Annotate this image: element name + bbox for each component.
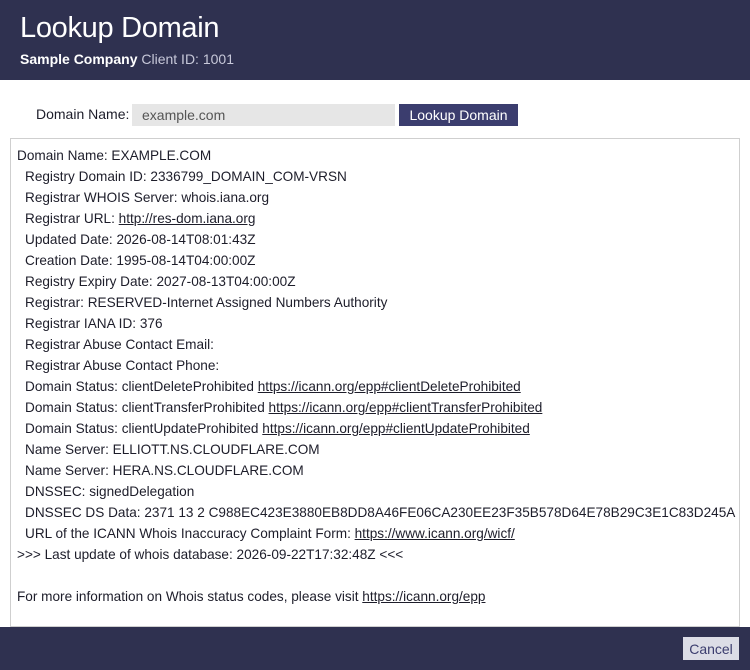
whois-line: Registry Expiry Date: 2027-08-13T04:00:0… [25,274,296,289]
registrar-url-link[interactable]: http://res-dom.iana.org [119,211,256,226]
whois-line: >>> Last update of whois database: 2026-… [17,547,404,562]
whois-line: Creation Date: 1995-08-14T04:00:00Z [25,253,256,268]
whois-line: For more information on Whois status cod… [17,586,739,607]
whois-line: Domain Name: EXAMPLE.COM [17,148,212,163]
epp-info-link[interactable]: https://icann.org/epp [362,589,485,604]
client-id: Client ID: 1001 [141,51,234,67]
whois-line: Name Server: ELLIOTT.NS.CLOUDFLARE.COM [25,442,320,457]
whois-line: DNSSEC DS Data: 2371 13 2 C988EC423E3880… [25,505,736,520]
status-link[interactable]: https://icann.org/epp#clientTransferProh… [269,400,543,415]
whois-line: Registry Domain ID: 2336799_DOMAIN_COM-V… [25,169,347,184]
lookup-domain-button[interactable]: Lookup Domain [399,104,518,126]
whois-line: Domain Status: clientTransferProhibited … [17,397,739,418]
cancel-button[interactable]: Cancel [683,637,739,660]
whois-line: Registrar URL: http://res-dom.iana.org [17,208,739,229]
whois-line: Registrar: RESERVED-Internet Assigned Nu… [25,295,388,310]
domain-name-label: Domain Name: [36,106,130,122]
whois-label: Domain Status: clientUpdateProhibited [25,421,263,436]
modal-header: Lookup Domain Sample Company Client ID: … [0,0,750,80]
client-info: Sample Company Client ID: 1001 [20,51,234,67]
whois-line: Registrar Abuse Contact Email: [25,337,214,352]
complaint-form-link[interactable]: https://www.icann.org/wicf/ [355,526,515,541]
modal-footer: Cancel [0,627,750,670]
whois-line: URL of the ICANN Whois Inaccuracy Compla… [17,523,739,544]
lookup-form: Domain Name: Lookup Domain [0,103,750,127]
modal-title: Lookup Domain [20,12,220,44]
whois-line: Registrar WHOIS Server: whois.iana.org [25,190,270,205]
whois-line: Domain Status: clientDeleteProhibited ht… [17,376,739,397]
whois-line: DNSSEC: signedDelegation [25,484,195,499]
status-link[interactable]: https://icann.org/epp#clientDeleteProhib… [258,379,521,394]
whois-label: Domain Status: clientTransferProhibited [25,400,269,415]
whois-label: For more information on Whois status cod… [17,589,363,604]
whois-line: Name Server: HERA.NS.CLOUDFLARE.COM [25,463,304,478]
domain-name-input[interactable] [132,104,395,126]
company-name: Sample Company [20,51,138,67]
whois-results[interactable]: Domain Name: EXAMPLE.COM Registry Domain… [10,138,740,627]
whois-line: Updated Date: 2026-08-14T08:01:43Z [25,232,256,247]
whois-line: Registrar Abuse Contact Phone: [25,358,220,373]
whois-label: Domain Status: clientDeleteProhibited [25,379,258,394]
whois-line: Registrar IANA ID: 376 [25,316,163,331]
whois-label: URL of the ICANN Whois Inaccuracy Compla… [25,526,355,541]
whois-label: Registrar URL: [25,211,119,226]
status-link[interactable]: https://icann.org/epp#clientUpdateProhib… [262,421,530,436]
whois-line: Domain Status: clientUpdateProhibited ht… [17,418,739,439]
